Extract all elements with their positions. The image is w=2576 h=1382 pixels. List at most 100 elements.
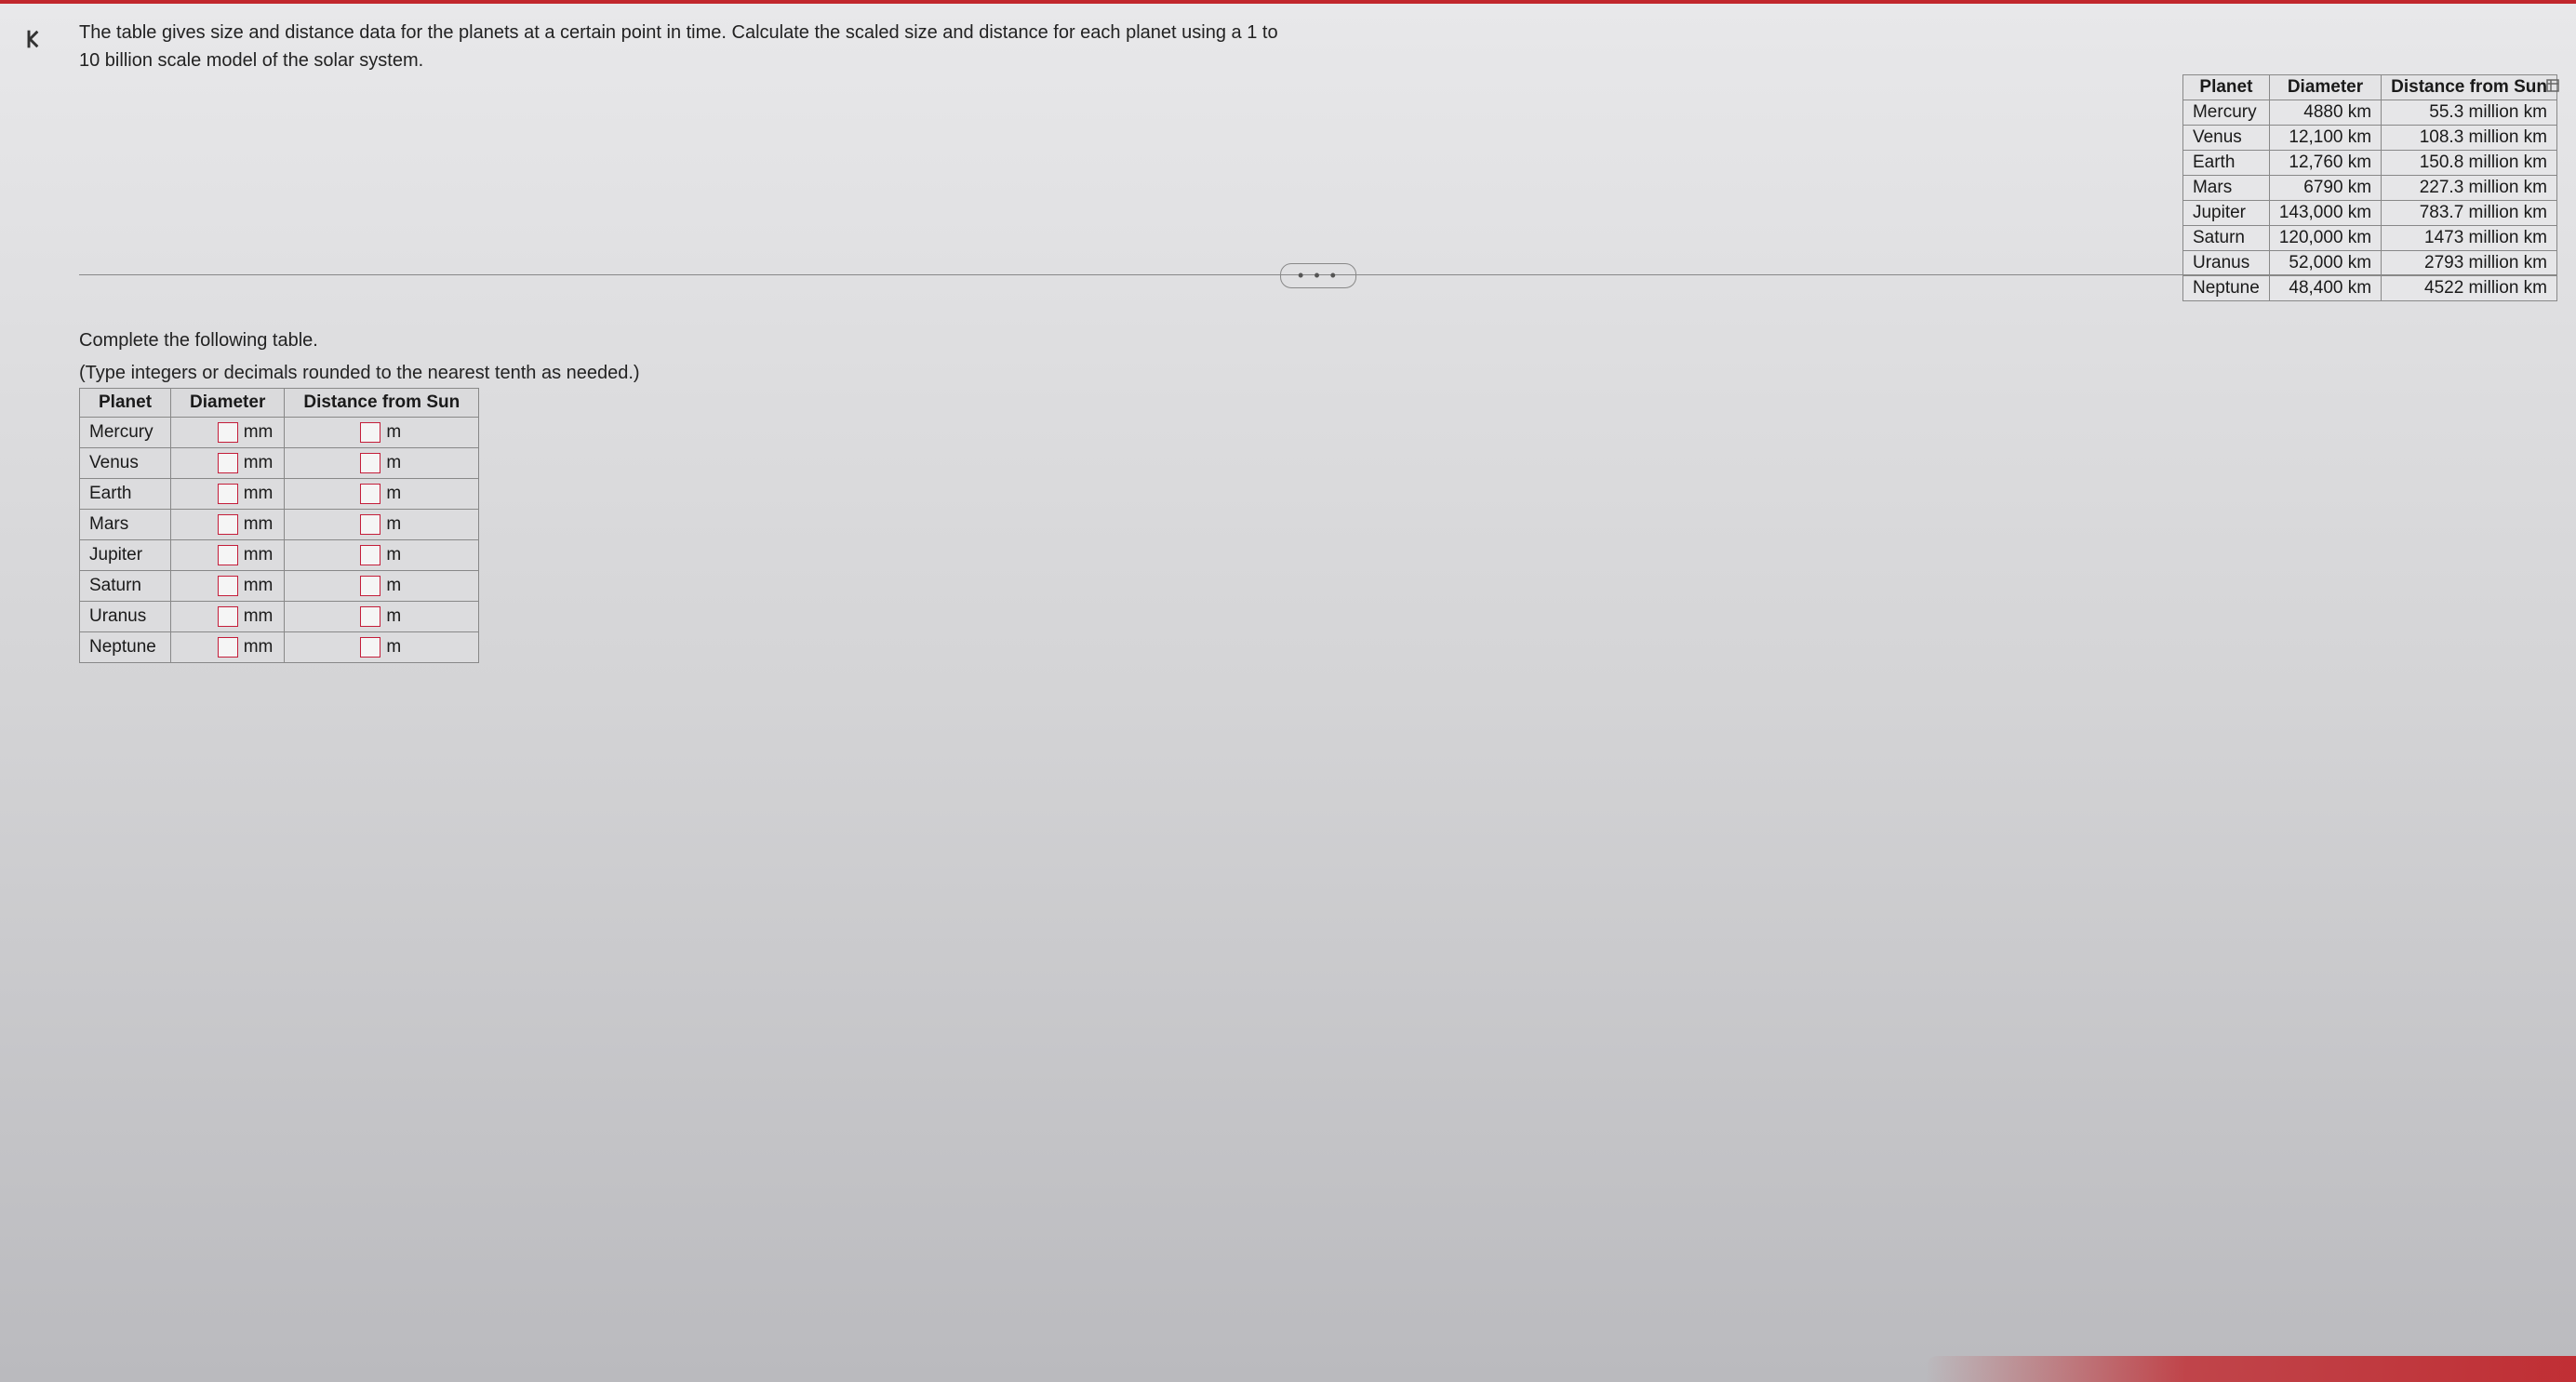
diameter-input[interactable] [218, 606, 238, 627]
answer-planet-cell: Earth [80, 479, 171, 510]
answer-diameter-cell: mm [171, 602, 285, 632]
diameter-unit-label: mm [244, 514, 274, 534]
table-row: Neptunemmm [80, 632, 479, 663]
diameter-unit-label: mm [244, 576, 274, 595]
diameter-cell: 52,000 km [2269, 251, 2381, 276]
diameter-unit-label: mm [244, 545, 274, 565]
table-row: Jupitermmm [80, 540, 479, 571]
planet-name-cell: Mars [2182, 176, 2269, 201]
answer-planet-cell: Uranus [80, 602, 171, 632]
distance-cell: 4522 million km [2382, 276, 2557, 301]
answer-planet-cell: Neptune [80, 632, 171, 663]
table-row: Uranus52,000 km2793 million km [2182, 251, 2556, 276]
answer-distance-cell: m [285, 540, 479, 571]
diameter-input[interactable] [218, 422, 238, 443]
answer-distance-cell: m [285, 571, 479, 602]
distance-cell: 783.7 million km [2382, 201, 2557, 226]
diameter-input[interactable] [218, 545, 238, 565]
diameter-unit-label: mm [244, 453, 274, 472]
table-row: Venusmmm [80, 448, 479, 479]
table-row: Earth12,760 km150.8 million km [2182, 151, 2556, 176]
answer-header-distance: Distance from Sun [285, 389, 479, 418]
back-button[interactable] [17, 20, 54, 58]
complete-table-label: Complete the following table. [79, 330, 640, 352]
answer-planet-cell: Saturn [80, 571, 171, 602]
planet-name-cell: Venus [2182, 126, 2269, 151]
header-diameter: Diameter [2269, 75, 2381, 100]
distance-input[interactable] [360, 545, 380, 565]
answer-distance-cell: m [285, 479, 479, 510]
answer-planet-cell: Venus [80, 448, 171, 479]
table-row: Earthmmm [80, 479, 479, 510]
answer-instructions: (Type integers or decimals rounded to th… [79, 363, 640, 384]
answer-distance-cell: m [285, 448, 479, 479]
answer-table: Planet Diameter Distance from Sun Mercur… [79, 388, 479, 663]
problem-statement: The table gives size and distance data f… [79, 19, 1279, 74]
answer-distance-cell: m [285, 632, 479, 663]
answer-header-diameter: Diameter [171, 389, 285, 418]
distance-input[interactable] [360, 606, 380, 627]
diameter-unit-label: mm [244, 637, 274, 657]
section-divider: • • • [79, 274, 2557, 275]
answer-diameter-cell: mm [171, 571, 285, 602]
answer-diameter-cell: mm [171, 632, 285, 663]
diameter-unit-label: mm [244, 422, 274, 442]
distance-input[interactable] [360, 637, 380, 658]
answer-distance-cell: m [285, 510, 479, 540]
planet-name-cell: Jupiter [2182, 201, 2269, 226]
diameter-unit-label: mm [244, 606, 274, 626]
distance-cell: 1473 million km [2382, 226, 2557, 251]
distance-unit-label: m [386, 637, 401, 657]
diameter-input[interactable] [218, 637, 238, 658]
distance-unit-label: m [386, 453, 401, 472]
distance-unit-label: m [386, 576, 401, 595]
distance-cell: 227.3 million km [2382, 176, 2557, 201]
back-arrow-icon [22, 26, 48, 52]
diameter-cell: 4880 km [2269, 100, 2381, 126]
header-distance: Distance from Sun [2382, 75, 2557, 100]
table-row: Saturnmmm [80, 571, 479, 602]
planet-name-cell: Neptune [2182, 276, 2269, 301]
answer-diameter-cell: mm [171, 510, 285, 540]
header-planet: Planet [2182, 75, 2269, 100]
diameter-cell: 12,760 km [2269, 151, 2381, 176]
distance-unit-label: m [386, 606, 401, 626]
table-row: Venus12,100 km108.3 million km [2182, 126, 2556, 151]
distance-unit-label: m [386, 545, 401, 565]
distance-input[interactable] [360, 484, 380, 504]
distance-input[interactable] [360, 422, 380, 443]
planet-name-cell: Saturn [2182, 226, 2269, 251]
expand-table-icon[interactable] [2545, 78, 2562, 95]
distance-input[interactable] [360, 576, 380, 596]
distance-cell: 150.8 million km [2382, 151, 2557, 176]
answer-planet-cell: Mercury [80, 418, 171, 448]
distance-cell: 2793 million km [2382, 251, 2557, 276]
diameter-cell: 48,400 km [2269, 276, 2381, 301]
diameter-cell: 120,000 km [2269, 226, 2381, 251]
table-row: Saturn120,000 km1473 million km [2182, 226, 2556, 251]
table-row: Uranusmmm [80, 602, 479, 632]
table-row: Mars6790 km227.3 million km [2182, 176, 2556, 201]
distance-unit-label: m [386, 484, 401, 503]
diameter-cell: 6790 km [2269, 176, 2381, 201]
diameter-input[interactable] [218, 484, 238, 504]
expand-dots-button[interactable]: • • • [1280, 263, 1356, 288]
diameter-input[interactable] [218, 453, 238, 473]
answer-diameter-cell: mm [171, 479, 285, 510]
planet-name-cell: Mercury [2182, 100, 2269, 126]
bottom-accent [1925, 1356, 2576, 1382]
answer-header-planet: Planet [80, 389, 171, 418]
table-row: Neptune48,400 km4522 million km [2182, 276, 2556, 301]
diameter-cell: 12,100 km [2269, 126, 2381, 151]
diameter-input[interactable] [218, 576, 238, 596]
diameter-cell: 143,000 km [2269, 201, 2381, 226]
distance-input[interactable] [360, 514, 380, 535]
answer-distance-cell: m [285, 418, 479, 448]
distance-cell: 55.3 million km [2382, 100, 2557, 126]
table-row: Marsmmm [80, 510, 479, 540]
answer-planet-cell: Jupiter [80, 540, 171, 571]
answer-distance-cell: m [285, 602, 479, 632]
diameter-input[interactable] [218, 514, 238, 535]
planet-name-cell: Earth [2182, 151, 2269, 176]
distance-input[interactable] [360, 453, 380, 473]
